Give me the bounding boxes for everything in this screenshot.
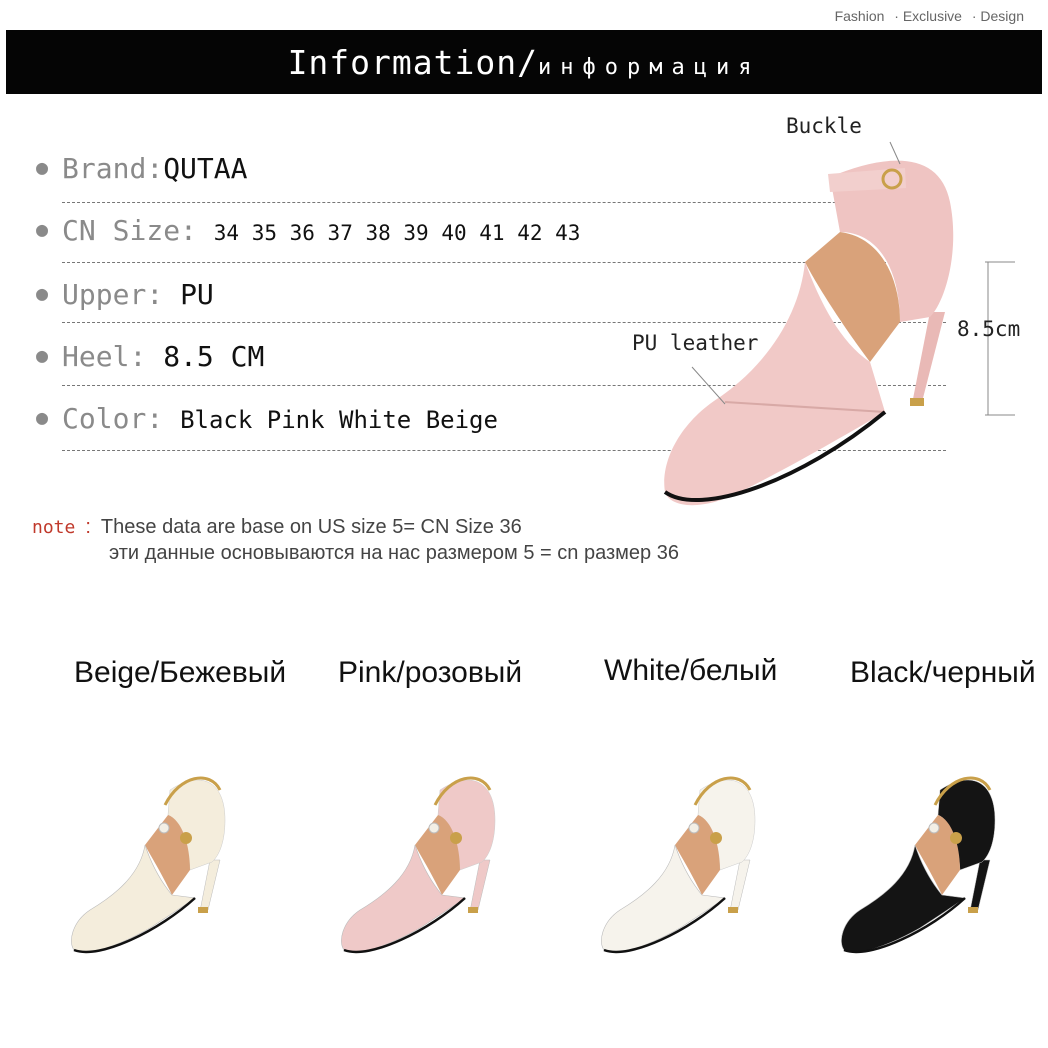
bullet-icon: ● [36, 155, 49, 179]
variant-image-pink[interactable] [330, 760, 540, 980]
variant-image-beige[interactable] [60, 760, 270, 980]
note-colon: : [85, 516, 91, 538]
note-line-en: These data are base on US size 5= CN Siz… [100, 516, 522, 538]
spec-brand-label: Brand: [62, 152, 164, 185]
spec-heel: ● Heel: 8.5 CM [36, 340, 264, 373]
tagline: Fashion · Exclusive · Design [829, 8, 1024, 24]
pu-leather-label: PU leather [632, 331, 759, 355]
spec-brand-value: QUTAA [163, 152, 248, 185]
spec-size-label: CN Size: [62, 214, 197, 247]
spec-upper-value: PU [180, 278, 214, 311]
variant-image-white[interactable] [590, 760, 800, 980]
variant-label-black: Black/черный [850, 656, 1036, 689]
bullet-icon: ● [36, 343, 49, 367]
tagline-design: · Design [971, 8, 1024, 24]
banner-title: Information/информация [288, 43, 761, 82]
spec-color: ● Color: Black Pink White Beige [36, 402, 498, 435]
spec-upper-label: Upper: [62, 278, 181, 311]
leather-pointer [691, 366, 726, 405]
variant-image-black[interactable] [830, 760, 1040, 980]
information-banner: Information/информация [6, 30, 1042, 94]
buckle-label: Buckle [786, 114, 862, 138]
spec-size: ● CN Size: 34 35 36 37 38 39 40 41 42 43 [36, 214, 580, 247]
note-label: note [32, 517, 76, 538]
bullet-icon: ● [36, 405, 49, 429]
variant-label-beige: Beige/Бежевый [74, 656, 287, 689]
variant-label-pink: Pink/розовый [338, 656, 523, 689]
spec-heel-label: Heel: [62, 340, 164, 373]
note-line-ru: эти данные основываются на нас размером … [109, 542, 679, 564]
tagline-fashion: Fashion [834, 8, 885, 24]
spec-size-value: 34 35 36 37 38 39 40 41 42 43 [213, 221, 581, 245]
bullet-icon: ● [36, 217, 49, 241]
bullet-icon: ● [36, 281, 49, 305]
spec-heel-value: 8.5 CM [163, 340, 265, 373]
heel-height-label: 8.5cm [957, 317, 1021, 341]
variant-label-white: White/белый [604, 654, 778, 687]
banner-title-ru: информация [537, 54, 761, 80]
spec-color-value: Black Pink White Beige [180, 406, 498, 434]
tagline-exclusive: · Exclusive [894, 8, 962, 24]
spec-color-label: Color: [62, 402, 164, 435]
banner-title-en: Information/ [287, 42, 538, 82]
spec-upper: ● Upper: PU [36, 278, 214, 311]
spec-brand: ● Brand:QUTAA [36, 152, 248, 185]
size-note: note: These data are base on US size 5= C… [32, 516, 679, 564]
